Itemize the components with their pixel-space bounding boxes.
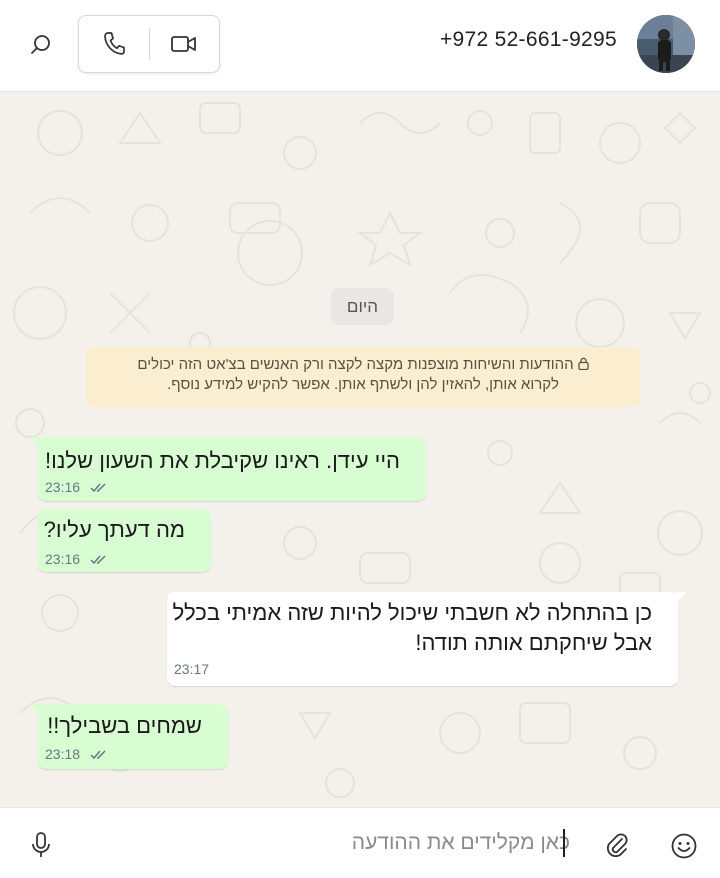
message-text-line2: אבל שיחקתם אותה תודה! <box>415 630 652 655</box>
emoji-button[interactable] <box>668 830 700 862</box>
bubble-tail <box>30 437 40 449</box>
bubble-tail <box>676 592 686 604</box>
voice-message-button[interactable] <box>26 828 56 862</box>
encryption-notice-line1: ההודעות והשיחות מוצפנות מקצה לקצה ורק הא… <box>137 356 574 373</box>
read-ticks-icon <box>90 483 106 493</box>
message-text: שמחים בשבילך!! <box>47 713 202 738</box>
read-ticks-icon <box>90 555 106 565</box>
message-bubble-incoming[interactable]: כן בהתחלה לא חשבתי שיכול להיות שזה אמיתי… <box>167 592 686 686</box>
message-bubble-outgoing[interactable]: היי עידן. ראינו שקיבלת את השעון שלנו! 23… <box>30 437 426 501</box>
contact-name[interactable]: +972 52-661-9295 <box>440 28 617 52</box>
search-button[interactable] <box>24 28 58 62</box>
text-caret <box>563 829 565 857</box>
chat-area: היום ההודעות והשיחות מוצפנות מקצה לקצה ו… <box>0 93 720 807</box>
date-separator: היום <box>331 288 394 325</box>
message-composer <box>0 807 720 878</box>
message-bubble-outgoing[interactable]: מה דעתך עליו? 23:16 <box>38 509 211 572</box>
avatar-photo-icon <box>637 15 695 73</box>
chat-header: +972 52-661-9295 <box>0 0 720 92</box>
call-buttons-group <box>78 15 220 73</box>
message-text: היי עידן. ראינו שקיבלת את השעון שלנו! <box>45 448 400 473</box>
video-camera-icon <box>171 36 197 52</box>
search-icon <box>31 35 50 54</box>
read-ticks-icon <box>90 750 106 760</box>
voice-call-button[interactable] <box>79 16 149 72</box>
message-bubble-outgoing[interactable]: שמחים בשבילך!! 23:18 <box>30 704 228 769</box>
encryption-notice[interactable]: ההודעות והשיחות מוצפנות מקצה לקצה ורק הא… <box>86 347 640 407</box>
message-time: 23:18 <box>45 746 81 762</box>
emoji-icon <box>671 833 697 859</box>
lock-icon <box>577 357 589 370</box>
video-call-button[interactable] <box>150 16 220 72</box>
message-input[interactable] <box>110 826 570 860</box>
encryption-notice-line2: לקרוא אותן, להאזין להן ולשתף אותן. אפשר … <box>167 376 559 393</box>
phone-icon <box>103 32 125 55</box>
message-time: 23:17 <box>174 661 210 677</box>
message-time: 23:16 <box>45 551 81 567</box>
message-time: 23:16 <box>45 479 81 495</box>
attach-button[interactable] <box>602 830 632 860</box>
message-text-line1: כן בהתחלה לא חשבתי שיכול להיות שזה אמיתי… <box>172 600 652 625</box>
avatar[interactable] <box>637 15 695 73</box>
paperclip-icon <box>606 833 628 858</box>
microphone-icon <box>32 832 50 857</box>
message-text: מה דעתך עליו? <box>43 517 185 542</box>
